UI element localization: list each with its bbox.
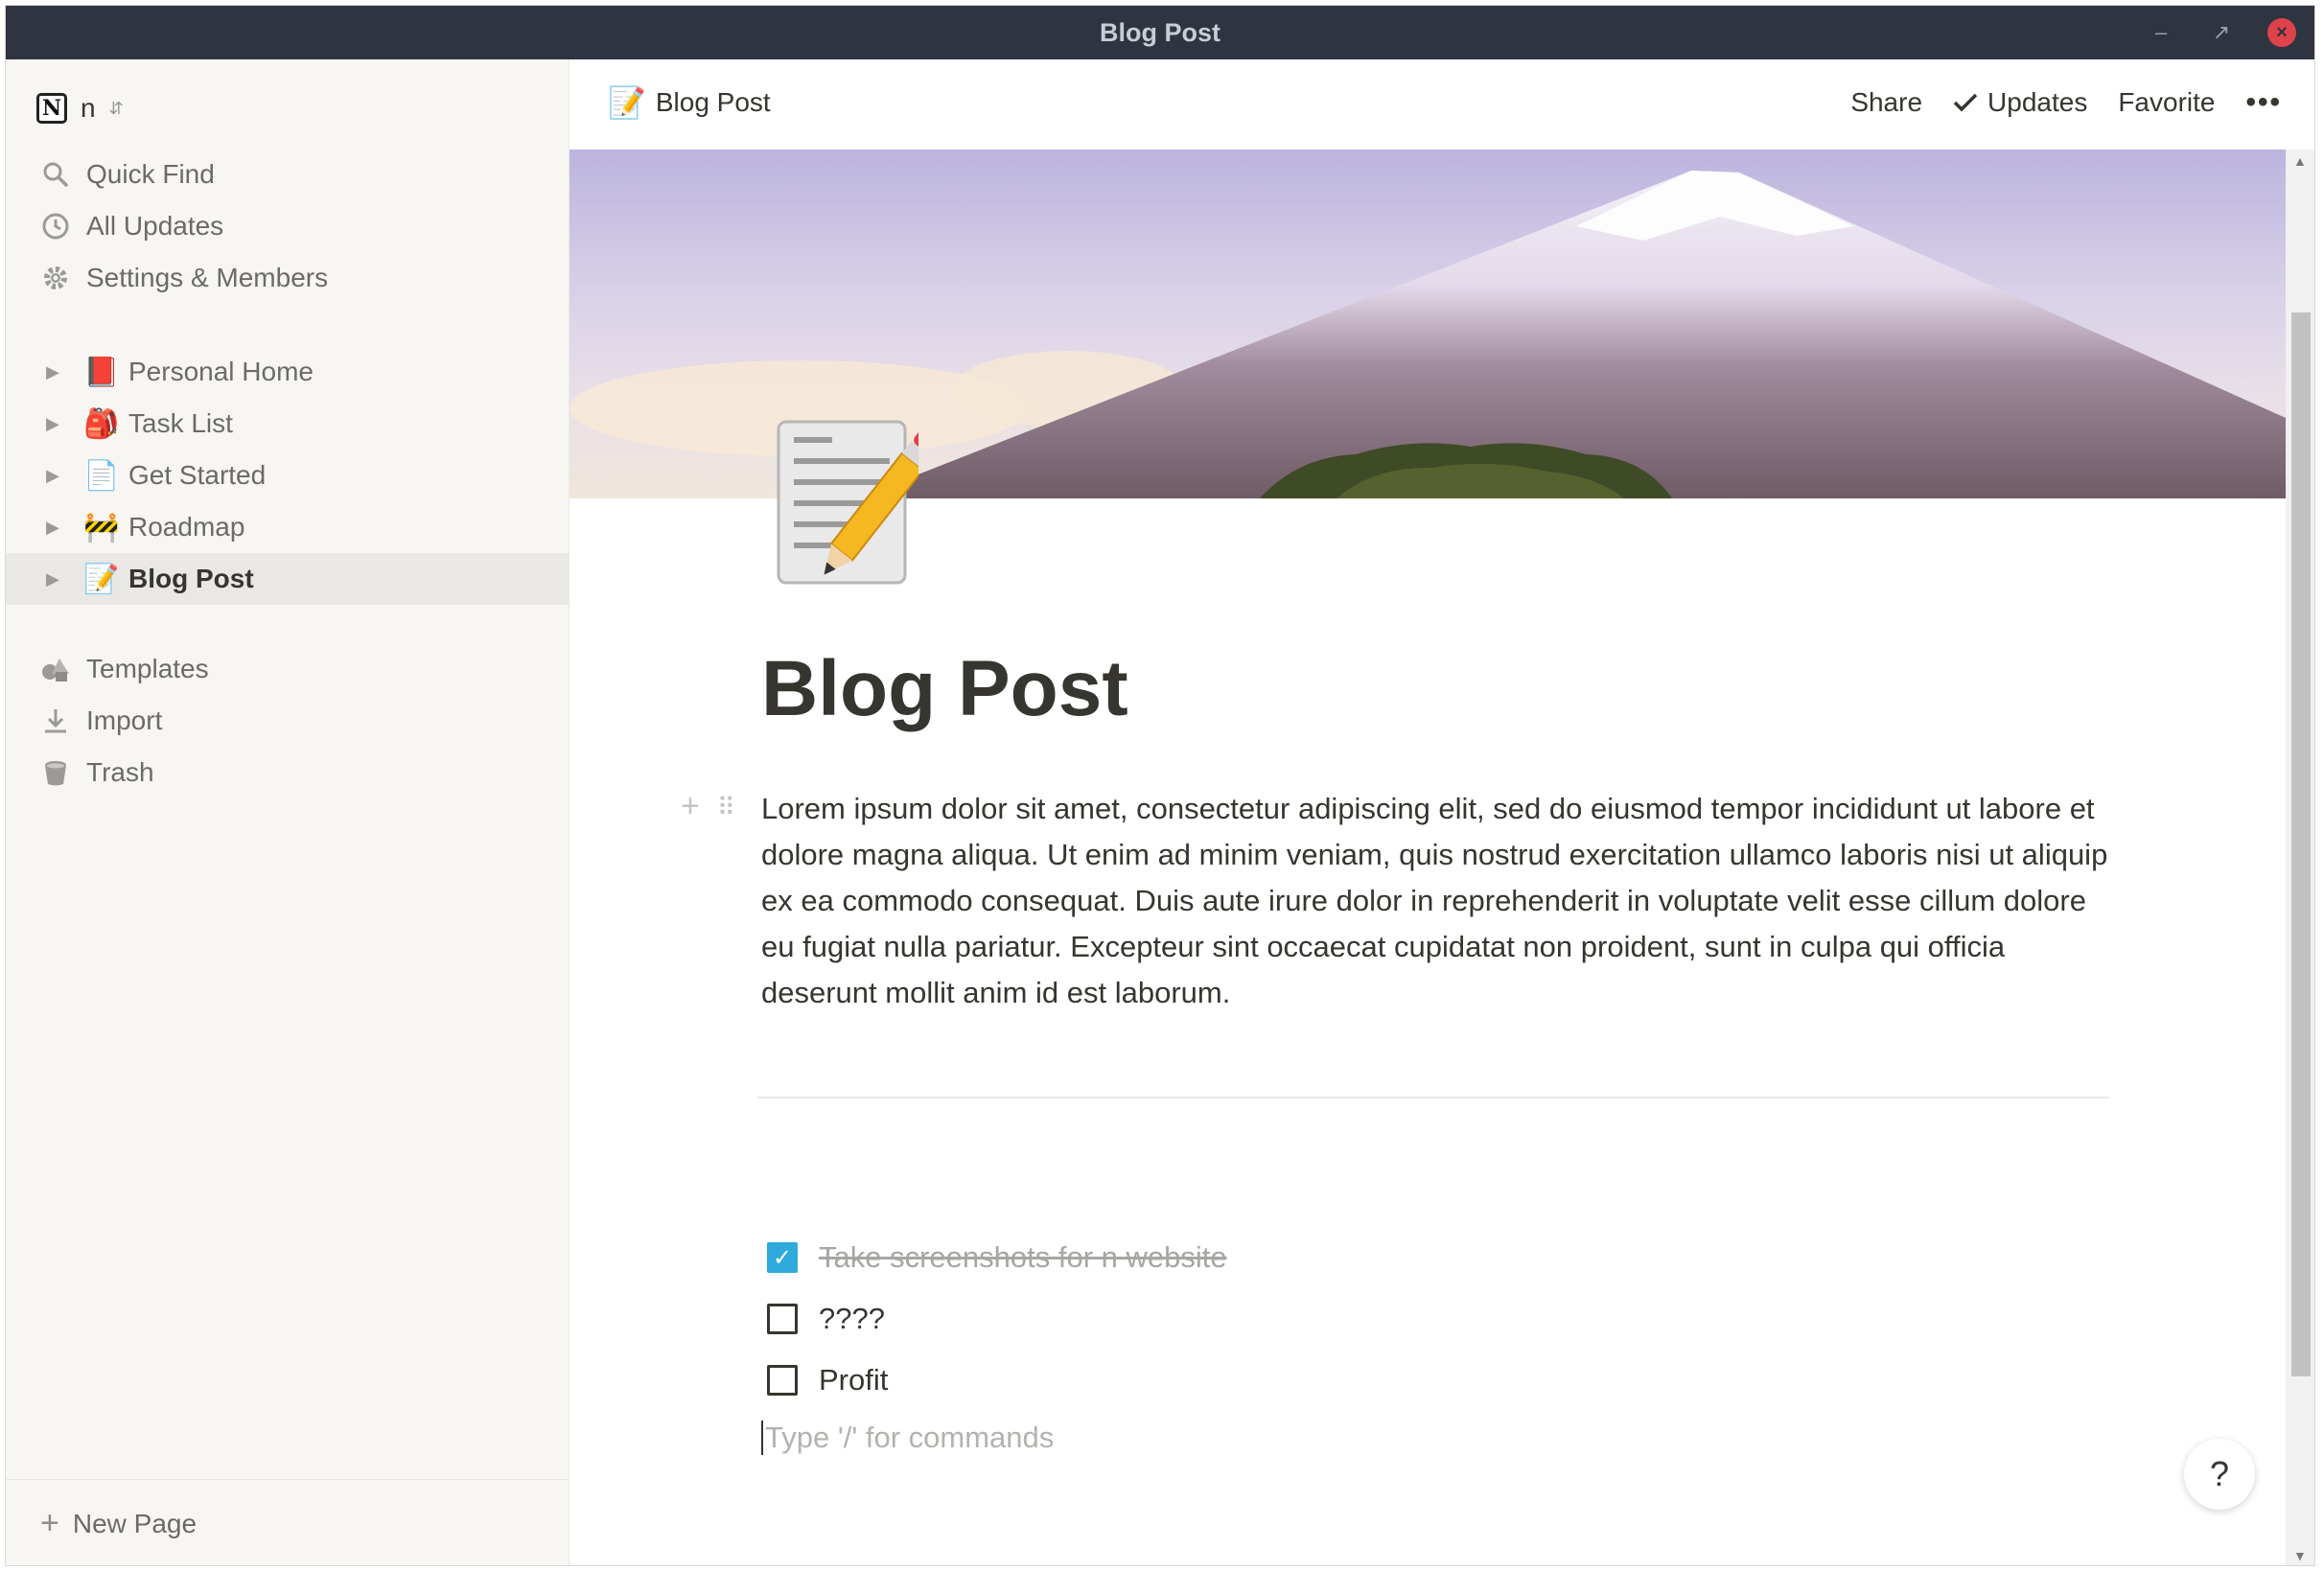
page-icon: 📝 — [83, 563, 120, 595]
help-button[interactable]: ? — [2184, 1439, 2255, 1510]
workspace-logo: N — [36, 93, 67, 124]
todo-text[interactable]: Profit — [819, 1363, 888, 1398]
trash-icon — [36, 758, 75, 787]
sidebar-item-settings[interactable]: Settings & Members — [6, 252, 569, 304]
todo-text[interactable]: Take screenshots for n website — [819, 1240, 1227, 1275]
todo-item[interactable]: ✓ Take screenshots for n website — [767, 1236, 1227, 1279]
empty-block-input[interactable]: Type '/' for commands — [761, 1421, 1054, 1455]
more-options-button[interactable]: ••• — [2245, 86, 2282, 119]
workspace-name: n — [81, 93, 96, 123]
app-window: Blog Post – ↗ × N n ⇵ Quick Find All Upd… — [5, 5, 2315, 1566]
breadcrumb[interactable]: 📝 Blog Post — [608, 84, 771, 121]
expand-triangle-icon[interactable]: ▶ — [46, 569, 65, 589]
favorite-button[interactable]: Favorite — [2118, 87, 2215, 118]
close-icon: × — [2267, 18, 2296, 47]
new-page-label: New Page — [72, 1508, 198, 1538]
sidebar-page-label: Roadmap — [128, 512, 245, 542]
import-icon — [36, 706, 75, 735]
expand-triangle-icon[interactable]: ▶ — [46, 362, 65, 382]
memo-pencil-icon — [777, 420, 943, 585]
sidebar-item-label: Import — [86, 705, 163, 735]
sidebar-item-label: Trash — [86, 757, 154, 787]
top-bar: 📝 Blog Post Share Updates Favorite ••• — [569, 59, 2314, 150]
sidebar-item-label: All Updates — [86, 211, 224, 241]
page-icon[interactable] — [775, 418, 943, 587]
scrollbar-thumb[interactable] — [2291, 312, 2311, 1376]
sidebar-page-roadmap[interactable]: ▶ 🚧 Roadmap — [6, 501, 569, 553]
checkbox[interactable] — [767, 1365, 798, 1396]
main-content: 📝 Blog Post Share Updates Favorite ••• B… — [569, 59, 2314, 1565]
close-button[interactable]: × — [2265, 15, 2299, 50]
sidebar-page-task-list[interactable]: ▶ 🎒 Task List — [6, 398, 569, 450]
drag-handle-icon[interactable]: ⠿ — [717, 795, 735, 820]
breadcrumb-label: Blog Post — [655, 87, 771, 117]
breadcrumb-icon: 📝 — [608, 85, 646, 120]
expand-triangle-icon[interactable]: ▶ — [46, 414, 65, 434]
top-actions: Share Updates Favorite ••• — [1850, 86, 2282, 119]
templates-icon — [36, 655, 75, 683]
chevron-updown-icon: ⇵ — [108, 99, 124, 118]
sidebar-page-get-started[interactable]: ▶ 📄 Get Started — [6, 450, 569, 501]
sidebar-item-all-updates[interactable]: All Updates — [6, 200, 569, 252]
sidebar-item-quick-find[interactable]: Quick Find — [6, 149, 569, 200]
page-icon: 🎒 — [83, 407, 120, 440]
minimize-button[interactable]: – — [2144, 15, 2178, 50]
sidebar-page-personal-home[interactable]: ▶ 📕 Personal Home — [6, 346, 569, 398]
sidebar-item-templates[interactable]: Templates — [6, 643, 569, 695]
updates-label: Updates — [1987, 87, 2088, 117]
plus-icon: + — [40, 1505, 59, 1541]
paragraph-block[interactable]: Lorem ipsum dolor sit amet, consectetur … — [761, 786, 2123, 1016]
title-bar: Blog Post – ↗ × — [6, 6, 2314, 59]
add-block-icon[interactable]: + — [681, 788, 700, 825]
sidebar: N n ⇵ Quick Find All Updates Settings & … — [6, 59, 569, 1565]
clock-icon — [36, 212, 75, 241]
sidebar-item-trash[interactable]: Trash — [6, 747, 569, 798]
todo-item[interactable]: ???? — [767, 1298, 885, 1340]
scroll-down-icon[interactable]: ▼ — [2293, 1548, 2307, 1563]
checkbox-checked[interactable]: ✓ — [767, 1242, 798, 1273]
divider — [757, 1097, 2109, 1098]
sidebar-page-label: Get Started — [128, 460, 267, 490]
page-icon: 🚧 — [83, 511, 120, 543]
sidebar-item-import[interactable]: Import — [6, 695, 569, 747]
check-icon — [1953, 93, 1978, 112]
expand-triangle-icon[interactable]: ▶ — [46, 466, 65, 486]
updates-button[interactable]: Updates — [1953, 87, 2087, 118]
sidebar-item-label: Templates — [86, 654, 209, 683]
sidebar-page-label: Task List — [128, 408, 233, 438]
gear-icon — [36, 264, 75, 292]
sidebar-item-label: Quick Find — [86, 159, 215, 189]
scroll-up-icon[interactable]: ▲ — [2293, 153, 2307, 169]
page-icon: 📕 — [83, 356, 120, 388]
checkbox[interactable] — [767, 1304, 798, 1334]
sidebar-page-label: Personal Home — [128, 357, 314, 386]
new-page-button[interactable]: + New Page — [6, 1479, 569, 1565]
expand-triangle-icon[interactable]: ▶ — [46, 518, 65, 538]
page-title[interactable]: Blog Post — [761, 644, 1128, 734]
page-icon: 📄 — [83, 459, 120, 492]
workspace-switcher[interactable]: N n ⇵ — [36, 88, 124, 128]
sidebar-page-label: Blog Post — [128, 564, 254, 593]
scrollbar[interactable]: ▲ ▼ — [2286, 150, 2314, 1565]
maximize-button[interactable]: ↗ — [2204, 15, 2239, 50]
todo-item[interactable]: Profit — [767, 1359, 888, 1401]
window-title: Blog Post — [1100, 17, 1220, 47]
search-icon — [36, 160, 75, 189]
todo-text[interactable]: ???? — [819, 1302, 885, 1336]
sidebar-item-label: Settings & Members — [86, 263, 329, 292]
sidebar-page-blog-post[interactable]: ▶ 📝 Blog Post — [6, 553, 569, 605]
share-button[interactable]: Share — [1850, 87, 1922, 118]
block-handle: + ⠿ — [681, 788, 735, 825]
